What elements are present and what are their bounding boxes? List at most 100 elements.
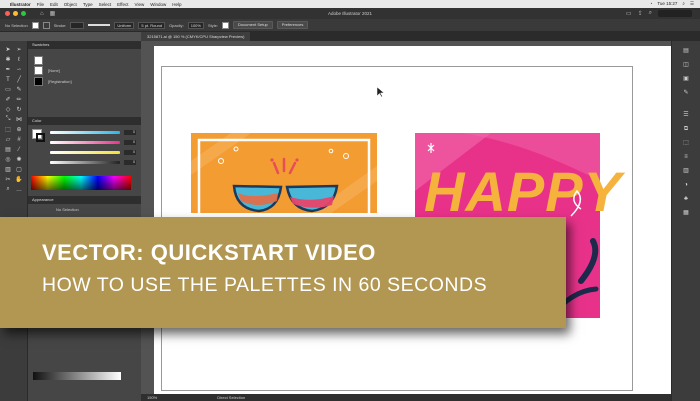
align-panel-icon[interactable]: ☰: [680, 111, 692, 119]
menu-help[interactable]: Help: [172, 2, 181, 7]
control-center-icon[interactable]: ☰: [690, 1, 694, 7]
brushes-panel-icon[interactable]: ✎: [680, 89, 692, 97]
preferences-button[interactable]: Preferences: [276, 21, 309, 29]
menu-type[interactable]: Type: [83, 2, 93, 7]
menu-effect[interactable]: Effect: [117, 2, 128, 7]
curvature-tool-icon[interactable]: ∽: [14, 65, 24, 74]
brush-definition-field[interactable]: 5 pt. Round: [138, 21, 166, 29]
scale-tool-icon[interactable]: ⤡: [3, 115, 13, 124]
black-value[interactable]: 0: [124, 160, 136, 165]
pen-tool-icon[interactable]: ✒: [3, 65, 13, 74]
rectangle-tool-icon[interactable]: ▭: [3, 85, 13, 94]
paintbrush-tool-icon[interactable]: ✎: [14, 85, 24, 94]
hand-tool-icon[interactable]: ✋: [14, 175, 24, 184]
width-tool-icon[interactable]: ⋈: [14, 115, 24, 124]
opacity-field[interactable]: 100%: [187, 21, 204, 29]
lasso-tool-icon[interactable]: ℓ: [14, 55, 24, 64]
swatch-chip[interactable]: [34, 56, 43, 65]
zoom-window-button[interactable]: [21, 11, 26, 16]
libraries-panel-icon[interactable]: ▣: [680, 75, 692, 83]
right-panel-dock: ▤ ◫ ▣ ✎ ☰ ⧉ ⬚ ≡ ▥ ◑ ♣ ▦: [671, 41, 700, 401]
menu-file[interactable]: File: [37, 2, 44, 7]
document-setup-button[interactable]: Document Setup: [232, 21, 273, 29]
properties-panel-icon[interactable]: ▤: [680, 47, 692, 55]
magenta-value[interactable]: 0: [124, 140, 136, 145]
swatch-row[interactable]: [Registration]: [34, 76, 134, 87]
status-tool[interactable]: Direct Selection: [217, 394, 245, 401]
zoom-tool-icon[interactable]: ⌕: [3, 185, 13, 194]
gradient-preview[interactable]: [33, 372, 121, 380]
gradient-panel-icon[interactable]: ▥: [680, 167, 692, 175]
blend-tool-icon[interactable]: ◎: [3, 155, 13, 164]
fill-swatch[interactable]: [31, 21, 39, 29]
mesh-tool-icon[interactable]: #: [14, 135, 24, 144]
shaper-tool-icon[interactable]: ✐: [3, 95, 13, 104]
type-tool-icon[interactable]: T: [3, 75, 13, 84]
magic-wand-tool-icon[interactable]: ✱: [3, 55, 13, 64]
stroke-profile-preview[interactable]: [88, 24, 111, 26]
swatches-panel-header[interactable]: Swatches: [28, 41, 141, 49]
selection-tool-icon[interactable]: ➤: [3, 45, 13, 54]
close-window-button[interactable]: [5, 11, 10, 16]
stroke-style-field[interactable]: Uniform: [114, 21, 135, 29]
swatch-row[interactable]: [None]: [34, 65, 134, 76]
stroke-weight-field[interactable]: [70, 21, 85, 29]
zoom-level[interactable]: 150%: [147, 394, 157, 401]
menu-illustrator[interactable]: Illustrator: [10, 2, 31, 7]
symbol-sprayer-tool-icon[interactable]: ✺: [14, 155, 24, 164]
wifi-icon[interactable]: ◔: [650, 1, 653, 7]
black-slider[interactable]: [50, 161, 120, 164]
graphic-styles-panel-icon[interactable]: ▦: [680, 209, 692, 217]
shape-builder-tool-icon[interactable]: ⊕: [14, 125, 24, 134]
help-search-field[interactable]: [658, 10, 692, 17]
free-transform-tool-icon[interactable]: ⬚: [3, 125, 13, 134]
slice-tool-icon[interactable]: ✂: [3, 175, 13, 184]
menu-edit[interactable]: Edit: [50, 2, 58, 7]
registration-swatch-chip[interactable]: [34, 77, 43, 86]
graphic-style-swatch[interactable]: [221, 21, 229, 29]
color-stroke-preview[interactable]: [36, 133, 45, 142]
gradient-tool-icon[interactable]: ▤: [3, 145, 13, 154]
pencil-tool-icon[interactable]: ✏: [14, 95, 24, 104]
yellow-value[interactable]: 0: [124, 150, 136, 155]
line-tool-icon[interactable]: ╱: [14, 75, 24, 84]
appearance-panel-header[interactable]: Appearance: [28, 196, 141, 204]
spotlight-icon[interactable]: ⌕: [682, 1, 685, 7]
magenta-slider[interactable]: [50, 141, 120, 144]
arrange-documents-icon[interactable]: ▦: [50, 10, 56, 17]
perspective-grid-tool-icon[interactable]: ▱: [3, 135, 13, 144]
menu-window[interactable]: Window: [150, 2, 166, 7]
rotate-tool-icon[interactable]: ↻: [14, 105, 24, 114]
menu-view[interactable]: View: [135, 2, 145, 7]
color-spectrum[interactable]: [31, 176, 131, 190]
arrange-icon[interactable]: ▭: [626, 10, 632, 17]
yellow-slider[interactable]: [50, 151, 120, 154]
clock[interactable]: Tue 15:27: [657, 1, 677, 7]
none-swatch-chip[interactable]: [34, 66, 43, 75]
color-panel-header[interactable]: Color: [28, 117, 141, 125]
transform-panel-icon[interactable]: ⬚: [680, 139, 692, 147]
search-icon[interactable]: ⌕: [649, 10, 652, 17]
layers-panel-icon[interactable]: ◫: [680, 61, 692, 69]
menu-select[interactable]: Select: [99, 2, 112, 7]
direct-selection-tool-icon[interactable]: ➢: [14, 45, 24, 54]
cyan-slider[interactable]: [50, 131, 120, 134]
cyan-value[interactable]: 0: [124, 130, 136, 135]
mac-menubar: Illustrator File Edit Object Type Select…: [0, 0, 700, 8]
stroke-panel-icon[interactable]: ≡: [680, 153, 692, 161]
artboard-tool-icon[interactable]: ▢: [14, 165, 24, 174]
eraser-tool-icon[interactable]: ◇: [3, 105, 13, 114]
pathfinder-panel-icon[interactable]: ⧉: [680, 125, 692, 133]
symbols-panel-icon[interactable]: ♣: [680, 195, 692, 203]
column-graph-tool-icon[interactable]: ▥: [3, 165, 13, 174]
stroke-swatch[interactable]: [42, 21, 50, 29]
home-icon[interactable]: ⌂: [40, 11, 44, 17]
window-controls: [0, 11, 26, 16]
minimize-window-button[interactable]: [13, 11, 18, 16]
edit-toolbar-icon[interactable]: …: [14, 185, 24, 194]
transparency-panel-icon[interactable]: ◑: [680, 181, 692, 189]
eyedropper-tool-icon[interactable]: ⁄: [14, 145, 24, 154]
share-icon[interactable]: ⇪: [638, 10, 643, 17]
menu-object[interactable]: Object: [64, 2, 77, 7]
document-tab[interactable]: 3215871.ai @ 150 % (CMYK/CPU Sharpview P…: [141, 32, 251, 41]
